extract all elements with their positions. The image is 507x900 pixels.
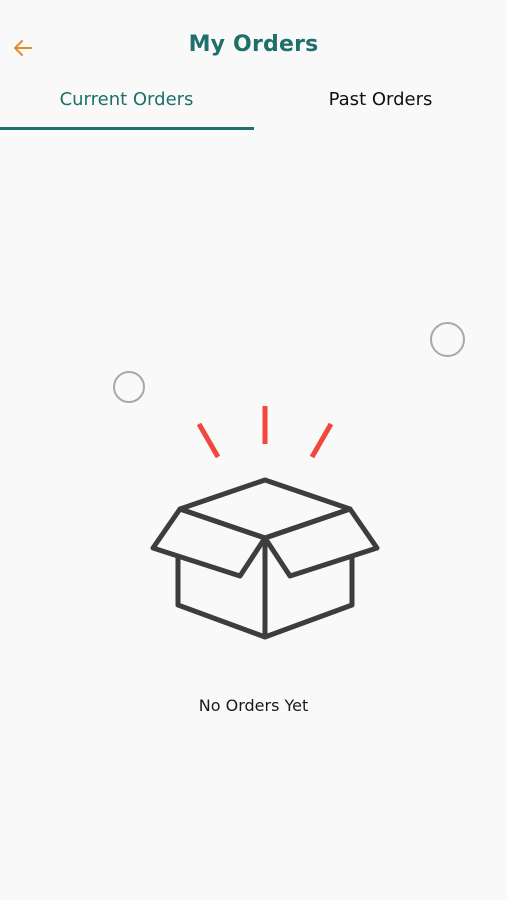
touch-indicator — [430, 322, 465, 357]
status-bar — [0, 0, 507, 22]
app-bar: My Orders — [0, 22, 507, 74]
my-orders-screen: My Orders Current Orders Past Orders No … — [0, 0, 507, 900]
tab-bar: Current Orders Past Orders — [0, 78, 507, 130]
empty-state-message: No Orders Yet — [198, 696, 309, 715]
touch-indicator — [113, 371, 145, 403]
active-tab-indicator — [0, 127, 254, 130]
tab-current-orders[interactable]: Current Orders — [0, 78, 253, 130]
page-title: My Orders — [188, 32, 319, 57]
open-box-icon — [150, 406, 380, 640]
tab-past-orders[interactable]: Past Orders — [254, 78, 507, 130]
